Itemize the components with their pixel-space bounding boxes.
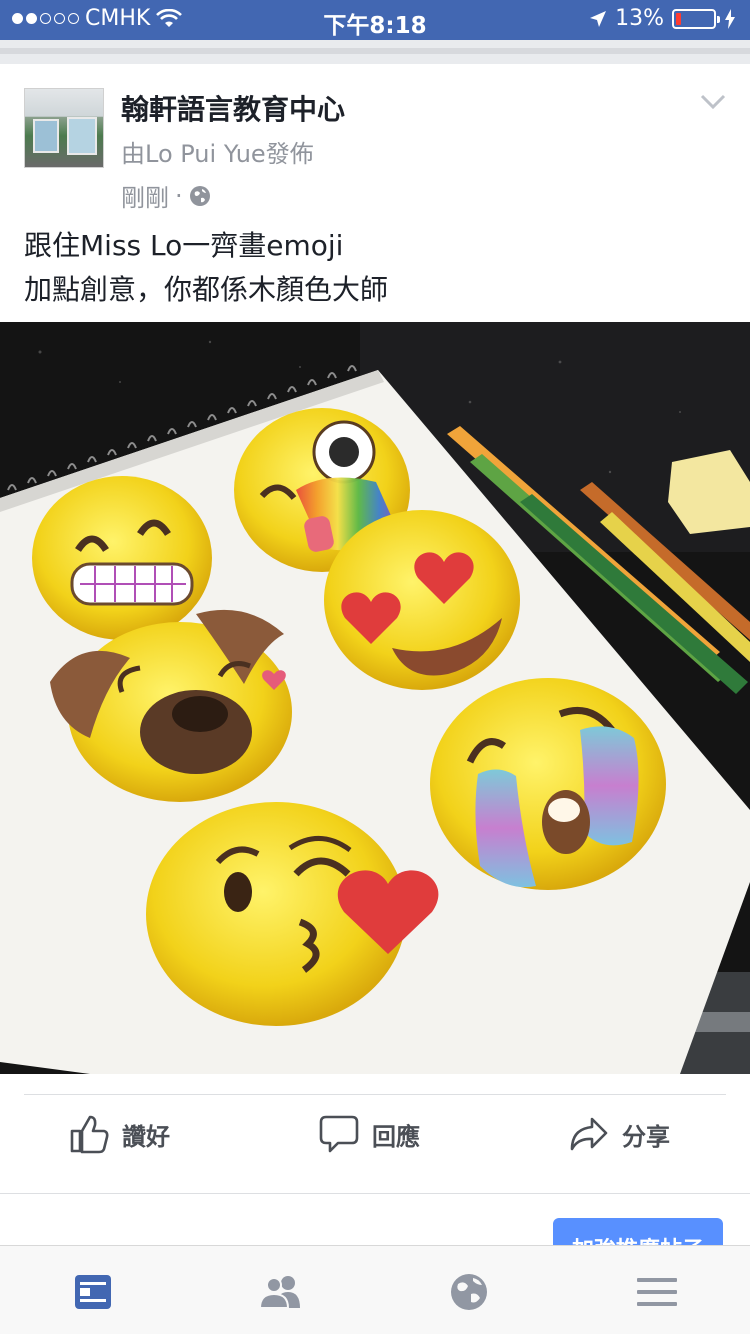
comment-button[interactable]: 回應 <box>318 1113 420 1155</box>
page-avatar[interactable] <box>24 88 104 168</box>
meta-separator: · <box>175 181 183 210</box>
post-actions: 讚好 回應 分享 <box>0 1095 750 1193</box>
battery-percent: 13% <box>615 6 664 31</box>
comment-bubble-icon <box>319 1115 359 1153</box>
tab-menu[interactable] <box>633 1268 681 1316</box>
menu-icon <box>637 1278 677 1306</box>
friends-icon <box>258 1276 300 1309</box>
posted-by[interactable]: 由Lo Pui Yue發佈 <box>121 134 314 169</box>
page-name[interactable]: 翰軒語言教育中心 <box>121 88 345 128</box>
status-right: 13% <box>589 6 736 31</box>
post-options-chevron-icon[interactable] <box>700 94 726 110</box>
share-label: 分享 <box>622 1122 670 1151</box>
comment-label: 回應 <box>372 1122 420 1151</box>
battery-icon <box>672 8 720 29</box>
status-bar: CMHK 下午8:18 13% <box>0 0 750 40</box>
feed-separator <box>0 40 750 64</box>
bottom-tab-bar <box>0 1245 750 1334</box>
battery-fill <box>676 12 681 25</box>
news-feed-icon <box>75 1275 111 1309</box>
share-button[interactable]: 分享 <box>568 1113 670 1155</box>
emoji-drawings-photo <box>0 322 750 1074</box>
tab-news-feed[interactable] <box>69 1268 117 1316</box>
like-button[interactable]: 讚好 <box>68 1113 170 1155</box>
like-label: 讚好 <box>122 1122 170 1151</box>
globe-icon <box>451 1274 487 1310</box>
post-time[interactable]: 剛剛 <box>121 178 169 213</box>
location-arrow-icon <box>590 10 607 27</box>
post-photo[interactable] <box>0 322 750 1074</box>
thumbs-up-icon <box>70 1115 109 1154</box>
tab-friend-requests[interactable] <box>257 1268 305 1316</box>
charging-bolt-icon <box>725 8 735 29</box>
post-text-line-2: 加點創意，你都係木顏色大師 <box>24 273 389 306</box>
post-text: 跟住Miss Lo一齊畫emoji 加點創意，你都係木顏色大師 <box>24 224 388 312</box>
tab-notifications[interactable] <box>445 1268 493 1316</box>
post-text-line-1: 跟住Miss Lo一齊畫emoji <box>24 229 344 262</box>
share-arrow-icon <box>570 1117 608 1151</box>
post-meta: 剛剛 · <box>121 178 211 213</box>
globe-privacy-icon[interactable] <box>189 185 211 207</box>
